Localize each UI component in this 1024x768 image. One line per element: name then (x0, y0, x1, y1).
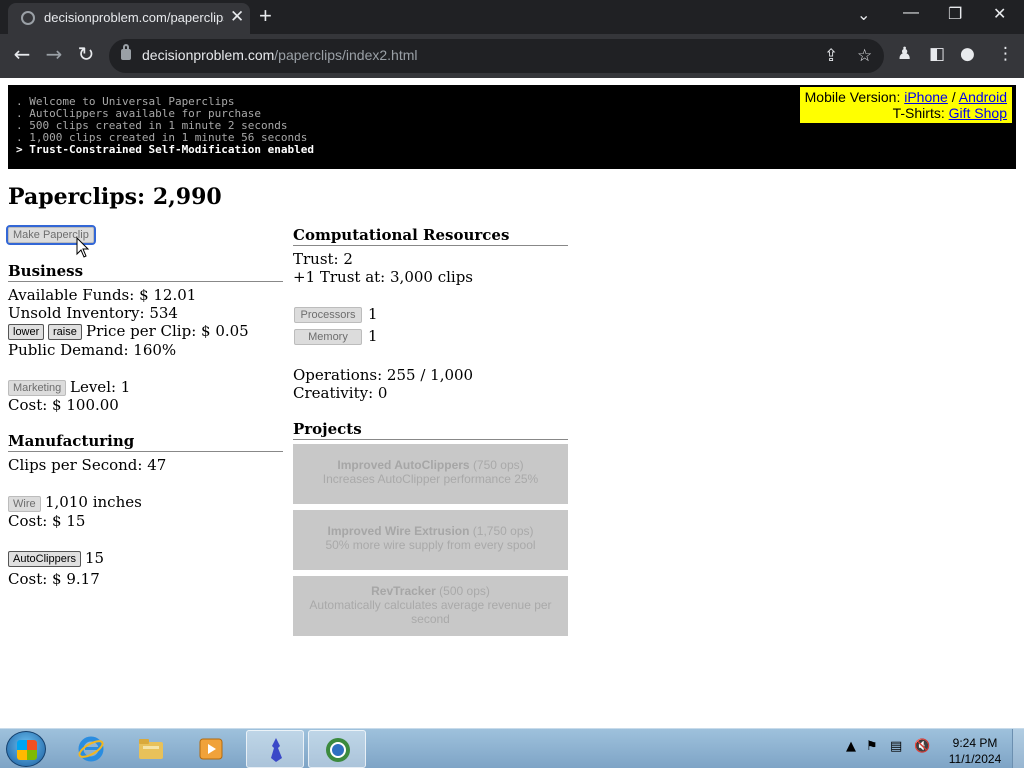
browser-tab[interactable]: decisionproblem.com/paperclips/ ✕ (8, 3, 250, 34)
project-revtracker[interactable]: RevTracker (500 ops) Automatically calcu… (293, 576, 568, 636)
chrome-icon (326, 738, 350, 762)
network-icon[interactable]: ▤ (890, 739, 902, 754)
bookmark-star-icon[interactable]: ☆ (857, 46, 872, 66)
new-tab-icon[interactable]: + (259, 3, 272, 29)
unsold-inventory: Unsold Inventory: 534 (8, 304, 178, 322)
taskbar-internet-explorer[interactable] (62, 730, 120, 768)
profile-icon[interactable]: ● (960, 44, 975, 64)
internet-explorer-icon (78, 736, 104, 762)
promo-box: Mobile Version: iPhone / Android T-Shirt… (799, 87, 1012, 123)
console-line-current: > Trust-Constrained Self-Modification en… (16, 143, 315, 156)
share-icon[interactable]: ⇪ (824, 46, 838, 66)
autoclippers-count: 15 (85, 549, 105, 567)
project-improved-autoclippers[interactable]: Improved AutoClippers (750 ops) Increase… (293, 444, 568, 504)
taskbar: ▲ ⚑ ▤ 🔇 9:24 PM 11/1/2024 (0, 728, 1024, 768)
wire-amount: 1,010 inches (45, 493, 142, 511)
android-link[interactable]: Android (959, 89, 1007, 105)
minimize-icon[interactable]: — (903, 4, 919, 22)
creativity: Creativity: 0 (293, 384, 388, 402)
browser-toolbar: ← → ↻ decisionproblem.com/paperclips/ind… (0, 34, 1024, 78)
action-center-flag-icon[interactable]: ⚑ (866, 739, 878, 754)
project-title: Improved AutoClippers (337, 458, 470, 472)
tshirts-label: T-Shirts: (892, 105, 945, 121)
project-title: Improved Wire Extrusion (327, 524, 470, 538)
raise-price-button[interactable]: raise (48, 324, 82, 340)
folder-icon (139, 739, 163, 759)
menu-icon[interactable]: ⋮ (997, 44, 1014, 64)
project-cost: (750 ops) (472, 458, 524, 472)
gift-shop-link[interactable]: Gift Shop (949, 105, 1007, 121)
price-per-clip: Price per Clip: $ 0.05 (86, 322, 249, 340)
buy-wire-button[interactable]: Wire (8, 496, 41, 512)
globe-icon (21, 11, 35, 25)
extensions-icon[interactable]: ♟ (897, 44, 912, 64)
taskbar-chrome[interactable] (308, 730, 366, 768)
processors-value: 1 (368, 305, 378, 323)
side-panel-icon[interactable]: ◧ (929, 44, 945, 64)
tab-close-icon[interactable]: ✕ (230, 7, 244, 27)
console-panel: . Welcome to Universal Paperclips . Auto… (8, 85, 1016, 169)
app-figure-icon (271, 738, 282, 762)
forward-icon[interactable]: → (40, 42, 68, 66)
marketing-cost: Cost: $ 100.00 (8, 396, 119, 414)
wire-cost: Cost: $ 15 (8, 512, 86, 530)
computational-resources-heading: Computational Resources (293, 226, 568, 246)
available-funds: Available Funds: $ 12.01 (8, 286, 197, 304)
project-cost: (1,750 ops) (472, 524, 534, 538)
tab-title: decisionproblem.com/paperclips/ (44, 10, 224, 25)
project-description: 50% more wire supply from every spool (325, 538, 536, 552)
operations: Operations: 255 / 1,000 (293, 366, 474, 384)
taskbar-media-player[interactable] (182, 730, 240, 768)
taskbar-file-explorer[interactable] (122, 730, 180, 768)
marketing-level: Level: 1 (70, 378, 131, 396)
mobile-version-label: Mobile Version: (804, 89, 901, 105)
memory-value: 1 (368, 327, 378, 345)
projects-heading: Projects (293, 420, 568, 440)
manufacturing-heading: Manufacturing (8, 432, 283, 452)
project-title: RevTracker (371, 584, 436, 598)
project-description: Automatically calculates average revenue… (309, 598, 552, 626)
windows-logo-icon (17, 740, 37, 760)
clips-per-second: Clips per Second: 47 (8, 456, 167, 474)
marketing-button[interactable]: Marketing (8, 380, 67, 396)
taskbar-app-blue[interactable] (246, 730, 304, 768)
project-improved-wire-extrusion[interactable]: Improved Wire Extrusion (1,750 ops) 50% … (293, 510, 568, 570)
start-button[interactable] (6, 731, 46, 767)
mouse-cursor-icon (76, 237, 90, 258)
media-player-icon (199, 738, 223, 760)
project-cost: (500 ops) (439, 584, 490, 598)
project-description: Increases AutoClipper performance 25% (322, 472, 539, 486)
system-clock[interactable]: 9:24 PM 11/1/2024 (940, 735, 1010, 767)
window-close-icon[interactable]: ✕ (993, 4, 1006, 24)
business-heading: Business (8, 262, 283, 282)
lock-icon[interactable] (121, 44, 131, 60)
memory-button[interactable]: Memory (294, 329, 362, 345)
processors-button[interactable]: Processors (294, 307, 362, 323)
lower-price-button[interactable]: lower (8, 324, 45, 340)
public-demand: Public Demand: 160% (8, 341, 177, 359)
back-icon[interactable]: ← (8, 42, 36, 66)
promo-separator: / (951, 89, 956, 105)
address-bar[interactable]: decisionproblem.com/paperclips/index2.ht… (109, 39, 884, 73)
tab-search-chevron-icon[interactable]: ⌄ (857, 5, 870, 25)
autoclippers-cost: Cost: $ 9.17 (8, 570, 100, 588)
buy-autoclippers-button[interactable]: AutoClippers (8, 551, 81, 567)
paperclips-count: Paperclips: 2,990 (8, 184, 222, 210)
clock-time: 9:24 PM (952, 736, 998, 750)
tab-strip: decisionproblem.com/paperclips/ ✕ + ⌄ — … (0, 0, 1024, 34)
volume-muted-icon[interactable]: 🔇 (914, 739, 930, 754)
url-text[interactable]: decisionproblem.com/paperclips/index2.ht… (142, 47, 417, 63)
trust-value: Trust: 2 (293, 250, 353, 268)
show-desktop-button[interactable] (1012, 729, 1024, 768)
next-trust: +1 Trust at: 3,000 clips (293, 268, 474, 286)
restore-icon[interactable]: ❐ (948, 4, 962, 24)
reload-icon[interactable]: ↻ (72, 42, 100, 66)
clock-date: 11/1/2024 (948, 752, 1002, 766)
show-hidden-icons-icon[interactable]: ▲ (846, 739, 856, 754)
iphone-link[interactable]: iPhone (904, 89, 948, 105)
